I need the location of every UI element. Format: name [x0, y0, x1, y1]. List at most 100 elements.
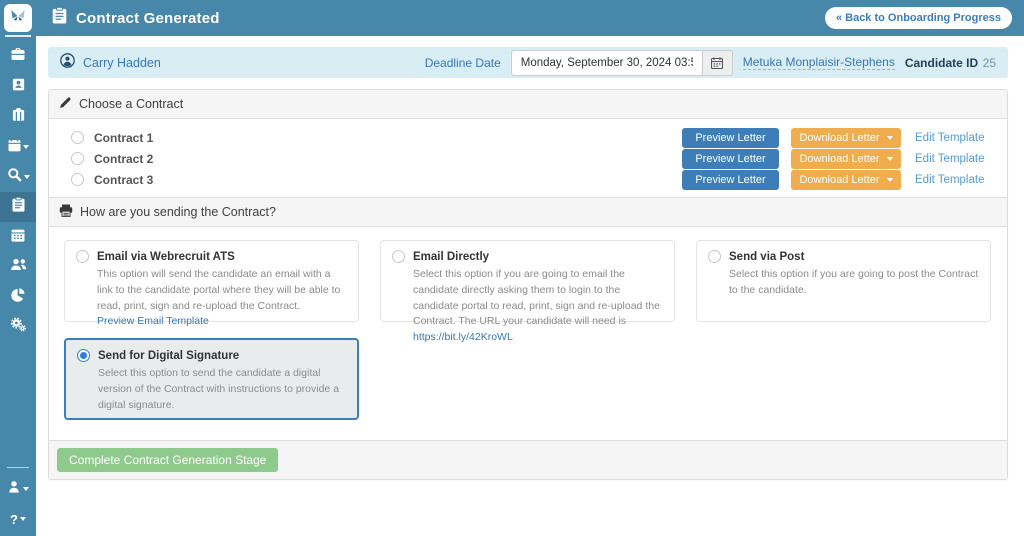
clipboard-icon	[12, 197, 25, 217]
sending-method-title: How are you sending the Contract?	[80, 205, 276, 219]
chevron-down-icon	[887, 157, 893, 161]
contract-panel: Choose a Contract Contract 1 Preview Let…	[48, 89, 1008, 480]
contract-1-radio[interactable]	[71, 131, 84, 144]
option-email-via-ats[interactable]: Email via Webrecruit ATS This option wil…	[64, 240, 359, 322]
option-description: Select this option to send the candidate…	[98, 366, 346, 413]
printer-icon	[59, 204, 73, 220]
sending-method-heading: How are you sending the Contract?	[49, 197, 1007, 227]
sidebar-item-candidates[interactable]	[0, 72, 36, 102]
contract-2-label: Contract 2	[94, 152, 153, 166]
search-icon	[7, 167, 22, 187]
calendar-picker-button[interactable]	[703, 50, 733, 76]
preview-letter-button[interactable]: Preview Letter	[682, 128, 779, 148]
page-content: Carry Hadden Deadline Date	[36, 36, 1024, 536]
choose-contract-heading: Choose a Contract	[49, 90, 1007, 119]
contract-list: Contract 1 Preview Letter Download Lette…	[49, 119, 1007, 197]
chevron-down-icon	[887, 136, 893, 140]
panel-footer: Complete Contract Generation Stage	[49, 440, 1007, 479]
id-card-icon	[11, 77, 26, 97]
app-logo[interactable]	[4, 4, 32, 32]
option-send-via-post[interactable]: Send via Post Select this option if you …	[696, 240, 991, 322]
clipboard-icon	[52, 7, 67, 29]
edit-template-link[interactable]: Edit Template	[915, 174, 995, 186]
person-circle-icon	[60, 53, 75, 73]
deadline-date-label: Deadline Date	[425, 56, 501, 70]
contract-3-radio[interactable]	[71, 173, 84, 186]
owner-link[interactable]: Metuka Monplaisir-Stephens	[743, 55, 895, 70]
option-label: Send via Post	[729, 251, 804, 263]
chevron-down-icon	[887, 178, 893, 182]
option-send-via-post-radio[interactable]	[708, 250, 721, 263]
contract-row: Contract 3 Preview Letter Download Lette…	[61, 169, 995, 190]
page-header: Contract Generated « Back to Onboarding …	[36, 0, 1024, 36]
choose-contract-title: Choose a Contract	[79, 97, 183, 111]
users-icon	[10, 258, 27, 276]
contract-1-label: Contract 1	[94, 131, 153, 145]
calendar-dropdown-icon	[8, 138, 21, 157]
preview-letter-button[interactable]: Preview Letter	[682, 170, 779, 190]
preview-email-template-link[interactable]: Preview Email Template	[97, 315, 209, 327]
sidebar-item-help-menu[interactable]: ?	[0, 504, 36, 534]
sidebar-item-users[interactable]	[0, 252, 36, 282]
help-icon: ?	[10, 512, 18, 527]
contract-row: Contract 2 Preview Letter Download Lette…	[61, 148, 995, 169]
edit-template-link[interactable]: Edit Template	[915, 132, 995, 144]
sending-options: Email via Webrecruit ATS This option wil…	[49, 227, 1007, 440]
sidebar-divider	[7, 467, 29, 468]
preview-letter-button[interactable]: Preview Letter	[682, 149, 779, 169]
gears-icon	[10, 317, 26, 337]
candidate-id-label: Candidate ID	[905, 56, 978, 70]
pie-chart-icon	[11, 288, 25, 307]
sidebar-item-onboarding-active[interactable]	[0, 192, 36, 222]
option-email-via-ats-radio[interactable]	[76, 250, 89, 263]
sidebar: ?	[0, 0, 36, 536]
contract-3-label: Contract 3	[94, 173, 153, 187]
main-area: Contract Generated « Back to Onboarding …	[36, 0, 1024, 536]
sidebar-item-jobs[interactable]	[0, 42, 36, 72]
deadline-date-group	[511, 50, 733, 76]
option-description: This option will send the candidate an e…	[97, 267, 347, 330]
sidebar-item-calendar-menu[interactable]	[0, 132, 36, 162]
candidate-name: Carry Hadden	[83, 56, 161, 70]
contract-row: Contract 1 Preview Letter Download Lette…	[61, 127, 995, 148]
option-digital-signature[interactable]: Send for Digital Signature Select this o…	[64, 338, 359, 420]
download-letter-button[interactable]: Download Letter	[791, 149, 901, 169]
chevron-down-icon	[23, 145, 29, 149]
option-email-directly-radio[interactable]	[392, 250, 405, 263]
candidate-bar: Carry Hadden Deadline Date	[48, 47, 1008, 78]
page-title: Contract Generated	[76, 10, 220, 27]
chevron-down-icon	[23, 487, 29, 491]
download-letter-button[interactable]: Download Letter	[791, 170, 901, 190]
sidebar-item-search-menu[interactable]	[0, 162, 36, 192]
complete-contract-stage-button[interactable]: Complete Contract Generation Stage	[57, 448, 278, 472]
candidate-id-value: 25	[983, 56, 996, 70]
contract-2-radio[interactable]	[71, 152, 84, 165]
edit-template-link[interactable]: Edit Template	[915, 153, 995, 165]
chevron-down-icon	[24, 175, 30, 179]
sidebar-item-account-menu[interactable]	[0, 474, 36, 504]
back-to-onboarding-button[interactable]: « Back to Onboarding Progress	[825, 7, 1012, 29]
user-icon	[8, 480, 21, 498]
sidebar-item-schedule[interactable]	[0, 222, 36, 252]
option-digital-signature-radio[interactable]	[77, 349, 90, 362]
pencil-icon	[59, 96, 72, 112]
chevron-down-icon	[20, 517, 26, 521]
sidebar-item-reports[interactable]	[0, 282, 36, 312]
option-description: Select this option if you are going to p…	[729, 267, 979, 299]
logo-divider	[5, 35, 31, 37]
candidate-portal-url-link[interactable]: https://bit.ly/42KroWL	[413, 331, 513, 343]
calendar-grid-icon	[11, 228, 25, 247]
option-description: Select this option if you are going to e…	[413, 267, 663, 346]
vault-icon	[11, 107, 26, 127]
option-email-directly[interactable]: Email Directly Select this option if you…	[380, 240, 675, 322]
sidebar-item-clients[interactable]	[0, 102, 36, 132]
butterfly-icon	[8, 6, 28, 31]
calendar-icon	[711, 57, 723, 69]
briefcase-icon	[10, 47, 26, 67]
sidebar-item-settings[interactable]	[0, 312, 36, 342]
deadline-date-input[interactable]	[511, 50, 703, 76]
option-label: Email via Webrecruit ATS	[97, 251, 235, 263]
option-label: Email Directly	[413, 251, 489, 263]
download-letter-button[interactable]: Download Letter	[791, 128, 901, 148]
option-label: Send for Digital Signature	[98, 350, 239, 362]
